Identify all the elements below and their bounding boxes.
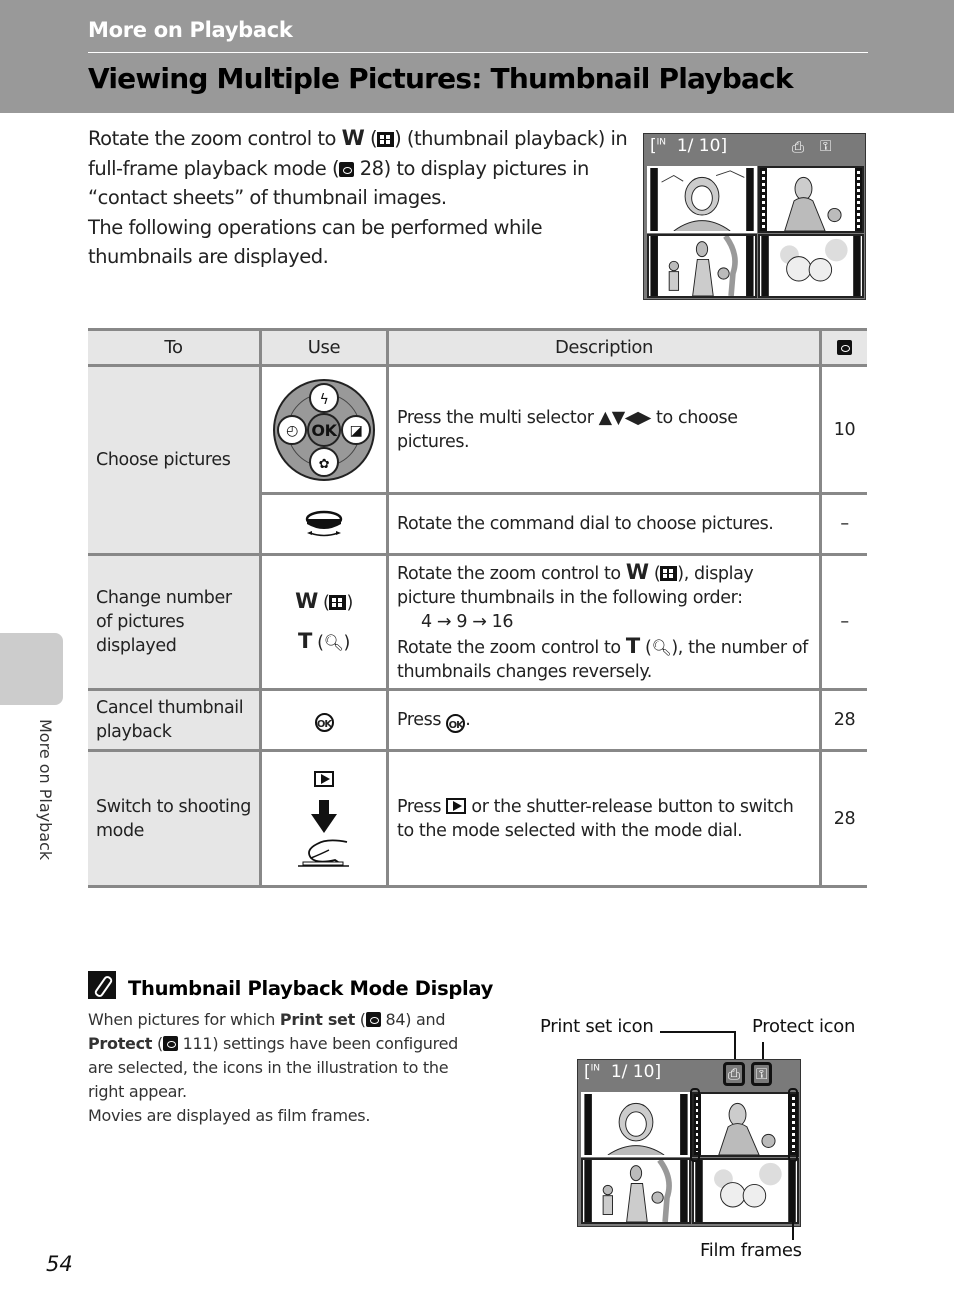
thumbnail-icon <box>377 132 395 147</box>
use-multi-selector: OK ϟ ◴ ◪ ✿ <box>259 364 389 495</box>
desc-ok-button: Press OK. <box>386 688 822 752</box>
row-to-choose-pictures: Choose pictures <box>88 364 262 556</box>
thumbnail-flowers <box>692 1158 799 1224</box>
page-ref: 28 <box>819 688 867 752</box>
thumbnail-flowers <box>758 234 864 298</box>
page-ref: 10 <box>819 364 867 495</box>
playback-button-icon <box>314 770 334 787</box>
use-ok-button: OK <box>259 688 389 752</box>
down-arrow-icon <box>311 799 337 833</box>
frame-counter: [IN 1/ 10] <box>584 1062 662 1082</box>
leader-line <box>792 1160 794 1240</box>
col-header-description: Description <box>386 328 822 367</box>
intro-paragraph-2: The following operations can be performe… <box>88 215 543 269</box>
side-tab-label: More on Playback <box>36 719 55 861</box>
table-row: Choose pictures OK ϟ ◴ ◪ ✿ Press the mul… <box>88 364 867 556</box>
col-header-use: Use <box>259 328 389 367</box>
svg-text:◴: ◴ <box>286 423 298 439</box>
film-frame-highlight <box>690 1088 700 1162</box>
thumbnail-icon <box>660 566 678 581</box>
chapter-header: More on Playback Viewing Multiple Pictur… <box>0 0 954 113</box>
thumbnail-order: 4 → 9 → 16 <box>421 612 514 632</box>
row-to-change-number: Change number of pictures displayed <box>88 553 262 691</box>
magnify-icon: 🔍︎ <box>323 633 344 652</box>
svg-text:ϟ: ϟ <box>320 392 329 408</box>
arrow-keys-glyphs: ▲▼◀▶ <box>598 407 652 428</box>
ok-button-icon: OK <box>314 712 334 732</box>
col-header-page <box>819 328 867 367</box>
header-divider <box>88 52 868 53</box>
leader-line <box>660 1031 736 1033</box>
use-zoom-control: W () T (🔍︎) <box>259 553 389 691</box>
row-to-switch-shooting: Switch to shooting mode <box>88 749 262 888</box>
multi-selector-icon: OK ϟ ◴ ◪ ✿ <box>273 378 375 481</box>
operations-table: To Use Description Choose pictures OK ϟ <box>88 328 867 888</box>
use-playback-shutter <box>259 749 389 888</box>
desc-zoom-control: Rotate the zoom control to W (), display… <box>386 553 822 691</box>
table-header-row: To Use Description <box>88 328 867 367</box>
col-header-to: To <box>88 328 262 367</box>
film-frame-highlight <box>788 1088 798 1162</box>
zoom-w-control: W () <box>295 589 353 613</box>
thumbnail-family <box>647 234 757 298</box>
leader-line <box>734 1031 736 1061</box>
thumbnail-portrait <box>581 1092 691 1157</box>
note-pencil-icon <box>88 971 116 999</box>
note-paragraph-1: When pictures for which Print set ( 84) … <box>88 1010 458 1101</box>
table-row: Switch to shooting mode Press or the shu… <box>88 749 867 888</box>
zoom-w-label: W <box>341 126 365 150</box>
page-reference-icon <box>365 1012 381 1027</box>
note-heading: Thumbnail Playback Mode Display <box>88 971 493 1000</box>
row-to-cancel-thumbnail: Cancel thumbnail playback <box>88 688 262 752</box>
desc-multi-selector: Press the multi selector ▲▼◀▶ to choose … <box>386 364 822 495</box>
print-set-icon: ⎙ <box>723 1062 746 1086</box>
page-reference-icon <box>162 1036 178 1051</box>
thumbnail-movie <box>692 1092 799 1157</box>
page-number: 54 <box>46 1252 73 1276</box>
protect-icon: ⚿ <box>751 1062 773 1086</box>
thumbnail-screen-illustration: [IN 1/ 10] ⎙ ⚿ <box>643 133 866 300</box>
ok-button-icon: OK <box>446 713 466 733</box>
use-command-dial <box>260 492 389 556</box>
thumbnail-icon <box>329 595 347 610</box>
command-dial-icon <box>305 510 343 537</box>
table-row: Cancel thumbnail playback OK Press OK. 2… <box>88 688 867 752</box>
callout-film-frames: Film frames <box>700 1240 802 1261</box>
page-ref: 28 <box>819 749 867 888</box>
desc-command-dial: Rotate the command dial to choose pictur… <box>386 492 822 556</box>
section-title: More on Playback <box>88 18 293 42</box>
zoom-t-control: T (🔍︎) <box>263 622 385 662</box>
annotated-screen-illustration: [IN 1/ 10] ⎙ ⚿ <box>577 1059 801 1227</box>
page-reference-icon <box>837 340 852 355</box>
note-paragraph-2: Movies are displayed as film frames. <box>88 1106 371 1125</box>
page-ref: – <box>819 553 867 691</box>
chapter-side-tab <box>0 633 63 705</box>
page-title: Viewing Multiple Pictures: Thumbnail Pla… <box>88 62 793 95</box>
magnify-icon: 🔍︎ <box>651 638 672 657</box>
frame-counter: [IN 1/ 10] <box>650 136 728 156</box>
print-set-icon: ⎙ <box>792 138 805 156</box>
intro-text: Rotate the zoom control to W () (thumbna… <box>88 124 628 272</box>
svg-text:✿: ✿ <box>319 457 330 472</box>
note-body: When pictures for which Print set ( 84) … <box>88 1008 478 1128</box>
callout-protect: Protect icon <box>752 1016 856 1037</box>
page-ref: – <box>819 492 867 556</box>
page-reference-icon <box>339 161 355 177</box>
callout-print-set: Print set icon <box>540 1016 654 1037</box>
protect-icon: ⚿ <box>820 137 832 155</box>
intro-paragraph-1: Rotate the zoom control to W () (thumbna… <box>88 126 628 209</box>
desc-playback-shutter: Press or the shutter-release button to s… <box>386 749 822 888</box>
playback-button-icon <box>446 797 467 814</box>
table-row: Change number of pictures displayed W ()… <box>88 553 867 691</box>
svg-text:OK: OK <box>311 421 337 440</box>
thumbnail-movie <box>758 166 864 233</box>
thumbnail-family <box>581 1158 691 1224</box>
thumbnail-portrait <box>647 166 757 233</box>
shutter-release-icon <box>298 839 349 867</box>
svg-text:◪: ◪ <box>350 423 363 439</box>
